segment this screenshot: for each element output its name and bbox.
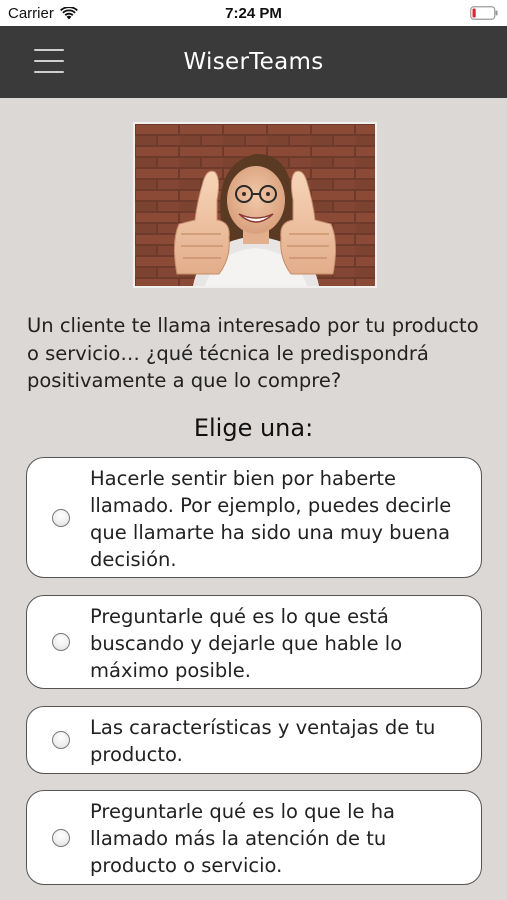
- choose-one-label: Elige una:: [193, 414, 314, 442]
- hero-illustration: [135, 124, 375, 286]
- app-header: WiserTeams: [0, 26, 507, 98]
- answer-option-text: Hacerle sentir bien por haberte llamado.…: [90, 467, 452, 571]
- question-text: Un cliente te llama interesado por tu pr…: [27, 314, 479, 392]
- radio-button[interactable]: [52, 633, 70, 651]
- answer-option[interactable]: Preguntarle qué es lo que le ha llamado …: [26, 790, 482, 885]
- radio-button[interactable]: [52, 731, 70, 749]
- radio-button[interactable]: [52, 508, 70, 527]
- person-thumbs-up-photo: [133, 122, 377, 288]
- radio-button[interactable]: [52, 828, 70, 847]
- answer-option[interactable]: Las características y ventajas de tu pro…: [26, 706, 482, 774]
- app-title: WiserTeams: [183, 49, 324, 75]
- status-bar: Carrier 7:24 PM: [0, 0, 507, 26]
- status-time: 7:24 PM: [225, 5, 282, 22]
- battery-icon: [470, 6, 498, 20]
- answer-option[interactable]: Preguntarle qué es lo que está buscando …: [26, 595, 482, 689]
- answer-option-text: Preguntarle qué es lo que le ha llamado …: [90, 800, 396, 877]
- answer-option-text: Las características y ventajas de tu pro…: [90, 716, 436, 766]
- answer-option[interactable]: Hacerle sentir bien por haberte llamado.…: [26, 457, 482, 578]
- answer-option-text: Preguntarle qué es lo que está buscando …: [90, 605, 403, 682]
